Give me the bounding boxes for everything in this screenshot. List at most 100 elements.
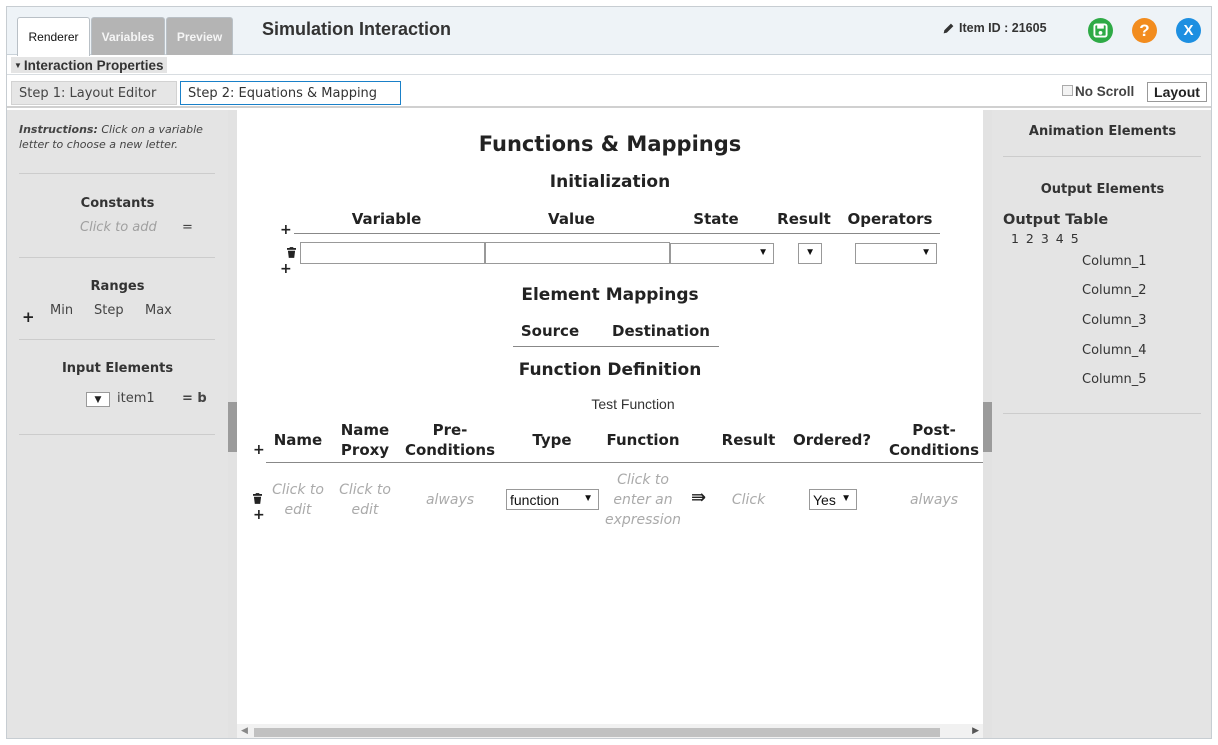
output-table-title: Output Table	[1003, 212, 1109, 228]
fn-col-post-line2: Conditions	[888, 441, 980, 459]
save-button[interactable]	[1088, 18, 1113, 43]
fn-post-conditions-cell[interactable]: always	[882, 490, 983, 510]
init-col-state: State	[693, 210, 739, 228]
fn-col-result: Result	[721, 431, 776, 449]
range-max-label: Max	[145, 303, 172, 318]
ranges-heading: Ranges	[90, 279, 145, 294]
output-column-4[interactable]: Column_4	[1082, 343, 1147, 358]
item-id-label[interactable]: Item ID : 21605	[942, 21, 1047, 35]
step-1-tab[interactable]: Step 1: Layout Editor	[11, 81, 177, 105]
output-column-5[interactable]: Column_5	[1082, 372, 1147, 387]
range-step-label: Step	[94, 303, 124, 318]
header-bar: Renderer Variables Preview Simulation In…	[7, 7, 1211, 56]
step-2-tab[interactable]: Step 2: Equations & Mapping	[180, 81, 401, 105]
animation-elements-heading: Animation Elements	[1028, 124, 1177, 139]
output-column-1[interactable]: Column_1	[1082, 254, 1147, 269]
item-id-text: Item ID : 21605	[959, 21, 1047, 35]
divider	[1003, 413, 1201, 414]
input-element-name: item1	[117, 391, 155, 406]
divider	[1003, 156, 1201, 157]
functions-mappings-title: Functions & Mappings	[478, 132, 742, 156]
no-scroll-label: No Scroll	[1075, 84, 1135, 99]
fn-result-cell[interactable]: Click	[715, 490, 782, 510]
fn-col-ordered: Ordered?	[792, 431, 872, 449]
fn-proxy-cell[interactable]: Click to edit	[330, 480, 400, 520]
close-icon: X	[1183, 22, 1194, 39]
init-value-input[interactable]	[485, 242, 670, 264]
splitter-grip[interactable]	[983, 402, 992, 452]
scroll-left-icon[interactable]: ◀	[241, 726, 248, 736]
init-col-variable: Variable	[351, 210, 422, 228]
mapping-col-source: Source	[520, 322, 580, 340]
instructions-label: Instructions:	[19, 123, 98, 136]
output-elements-heading: Output Elements	[1040, 182, 1165, 197]
init-state-select[interactable]: ▼	[670, 243, 774, 264]
save-icon	[1093, 23, 1108, 38]
app-window: Renderer Variables Preview Simulation In…	[6, 6, 1212, 739]
fn-ordered-value: Yes	[813, 491, 836, 508]
horizontal-scrollbar[interactable]: ◀ ▶	[237, 724, 983, 738]
scroll-right-icon[interactable]: ▶	[972, 726, 979, 736]
constants-add[interactable]: Click to add	[80, 220, 157, 235]
input-elements-heading: Input Elements	[61, 361, 174, 376]
chevron-down-icon: ▼	[841, 493, 851, 504]
init-result-select[interactable]: ▼	[798, 243, 822, 264]
output-column-3[interactable]: Column_3	[1082, 313, 1147, 328]
caret-down-icon: ▼	[14, 60, 22, 70]
fn-expression-line1: Click to	[617, 472, 669, 488]
constants-heading: Constants	[80, 196, 155, 211]
page-title: Simulation Interaction	[262, 19, 452, 39]
add-range-button[interactable]: +	[22, 308, 35, 326]
no-scroll-checkbox[interactable]	[1062, 85, 1073, 96]
add-function-top-button[interactable]: +	[253, 443, 265, 457]
add-init-row-bottom-button[interactable]: +	[280, 262, 292, 276]
interaction-properties-label: Interaction Properties	[23, 57, 164, 73]
help-button[interactable]: ?	[1132, 18, 1157, 43]
add-function-bottom-button[interactable]: +	[253, 508, 265, 522]
element-mappings-title: Element Mappings	[521, 285, 699, 305]
interaction-properties-bar: ▼ Interaction Properties	[7, 55, 1211, 75]
left-splitter[interactable]	[228, 110, 237, 738]
fn-ordered-select[interactable]: Yes ▼	[809, 489, 857, 510]
fn-pre-conditions-cell[interactable]: always	[400, 490, 500, 510]
init-col-result: Result	[777, 210, 831, 228]
tab-preview[interactable]: Preview	[166, 17, 233, 55]
splitter-grip[interactable]	[228, 402, 237, 452]
init-operators-select[interactable]: ▼	[855, 243, 937, 264]
fn-col-post-line1: Post-	[912, 421, 956, 439]
init-header-rule	[294, 233, 940, 234]
divider	[19, 257, 215, 258]
trash-icon[interactable]	[253, 493, 262, 504]
output-table-numbers: 1 2 3 4 5	[1011, 231, 1079, 246]
pencil-icon	[943, 23, 954, 33]
fn-name-cell[interactable]: Click to edit	[266, 480, 330, 520]
interaction-properties-toggle[interactable]: ▼ Interaction Properties	[11, 57, 168, 73]
instructions: Instructions: Click on a variable letter…	[19, 122, 219, 152]
scrollbar-thumb[interactable]	[254, 728, 940, 737]
right-splitter[interactable]	[983, 110, 992, 738]
functions-mappings-canvas: Functions & Mappings Initialization + Va…	[237, 110, 983, 738]
fn-col-pre-conditions: Pre- Conditions	[400, 420, 500, 460]
close-button[interactable]: X	[1176, 18, 1201, 43]
fn-col-function: Function	[606, 431, 680, 449]
chevron-down-icon: ▼	[94, 394, 102, 405]
fn-proxy-line2: edit	[351, 502, 379, 518]
fn-proxy-line1: Click to	[339, 482, 391, 498]
fn-expression-cell[interactable]: Click to enter an expression	[597, 470, 689, 530]
init-variable-input[interactable]	[300, 242, 485, 264]
fn-type-select[interactable]: function ▼	[506, 489, 599, 510]
input-element-assignment[interactable]: = b	[182, 391, 207, 406]
layout-button[interactable]: Layout	[1147, 82, 1207, 102]
fn-col-post-conditions: Post- Conditions	[882, 420, 983, 460]
trash-icon[interactable]	[287, 247, 296, 258]
tab-variables[interactable]: Variables	[91, 17, 165, 55]
add-init-row-top-button[interactable]: +	[280, 223, 292, 237]
no-scroll-toggle[interactable]: No Scroll	[1062, 84, 1134, 99]
variable-letter-select[interactable]: ▼	[86, 392, 110, 407]
divider	[19, 173, 215, 174]
output-column-2[interactable]: Column_2	[1082, 283, 1147, 298]
fn-header-rule	[266, 462, 983, 463]
test-function-label[interactable]: Test Function	[237, 396, 983, 412]
tab-renderer[interactable]: Renderer	[17, 17, 90, 56]
left-panel: Instructions: Click on a variable letter…	[7, 110, 228, 738]
